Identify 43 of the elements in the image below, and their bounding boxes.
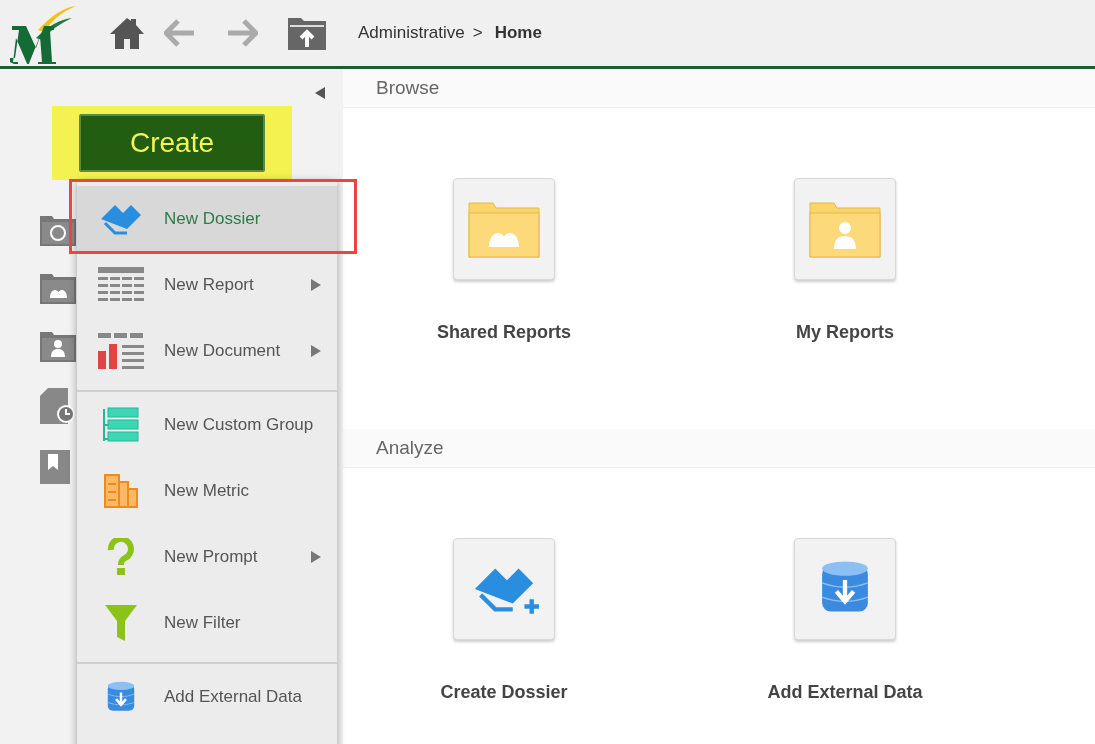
menu-item[interactable]: New Filter <box>77 590 337 656</box>
group-folder-icon <box>40 272 76 304</box>
user-folder-icon <box>808 199 882 260</box>
section-header: Browse <box>343 69 1095 109</box>
create-button[interactable]: Create <box>79 114 265 172</box>
question-mark-icon <box>106 538 135 576</box>
tile-button[interactable] <box>794 178 896 281</box>
breadcrumb-separator: > <box>472 23 483 43</box>
home-icon[interactable] <box>108 16 146 50</box>
file-clock-icon <box>40 388 76 424</box>
bar-chart-icon <box>103 474 138 508</box>
tile-button[interactable] <box>453 178 555 281</box>
tile-button[interactable] <box>794 537 896 640</box>
menu-item[interactable]: New Report <box>77 252 337 318</box>
bookmark-icon <box>40 450 70 484</box>
group-folder-icon <box>467 199 541 260</box>
menu-item[interactable]: New Document <box>77 318 337 384</box>
submenu-arrow-icon <box>311 345 321 357</box>
folder-up-icon[interactable] <box>288 16 326 50</box>
menu-item[interactable]: New Dossier <box>77 186 337 252</box>
tile-label[interactable]: My Reports <box>796 322 894 344</box>
submenu-arrow-icon <box>311 551 321 563</box>
menu-item[interactable]: New Metric <box>77 458 337 524</box>
breadcrumb-current: Home <box>494 23 542 43</box>
funnel-icon <box>104 605 137 641</box>
back-arrow-icon[interactable] <box>164 19 196 47</box>
breadcrumb-link[interactable]: Administrative <box>358 23 465 43</box>
database-icon <box>105 680 136 714</box>
section-header: Analyze <box>343 428 1095 468</box>
menu-item[interactable]: Add External Data <box>77 662 337 730</box>
user-folder-icon <box>40 330 76 362</box>
menu-item[interactable]: New Custom Group <box>77 390 337 458</box>
collapse-icon[interactable] <box>315 87 325 99</box>
document-chart-icon <box>97 333 144 369</box>
tree-list-icon <box>101 407 140 443</box>
table-icon <box>97 267 144 303</box>
tile-label[interactable]: Shared Reports <box>436 322 571 344</box>
menu-item[interactable]: New Prompt <box>77 524 337 590</box>
forward-arrow-icon[interactable] <box>226 19 258 47</box>
tile-button[interactable] <box>453 537 555 640</box>
submenu-arrow-icon <box>311 279 321 291</box>
tile-label[interactable]: Create Dossier <box>440 681 568 703</box>
tile-label[interactable]: Add External Data <box>767 681 923 703</box>
